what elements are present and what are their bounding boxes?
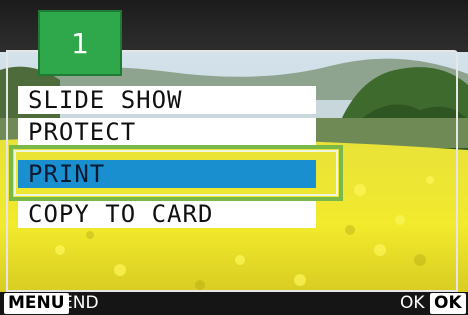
selection-highlight-inner (14, 150, 338, 196)
camera-playback-screen: 1 SLIDE SHOW PROTECT PRINT COPY TO CARD … (0, 0, 468, 315)
menu-end-label: END (62, 293, 99, 313)
menu-key-badge[interactable]: MENU (4, 293, 69, 314)
menu-item-protect[interactable]: PROTECT (18, 118, 316, 146)
menu-item-copy-to-card[interactable]: COPY TO CARD (18, 200, 316, 228)
folder-tab[interactable]: 1 (38, 10, 122, 76)
menu-item-slide-show[interactable]: SLIDE SHOW (18, 86, 316, 114)
bottom-bar: MENU END OK OK (0, 292, 468, 315)
ok-key-badge[interactable]: OK (430, 293, 466, 314)
ok-action-label: OK (400, 293, 425, 313)
